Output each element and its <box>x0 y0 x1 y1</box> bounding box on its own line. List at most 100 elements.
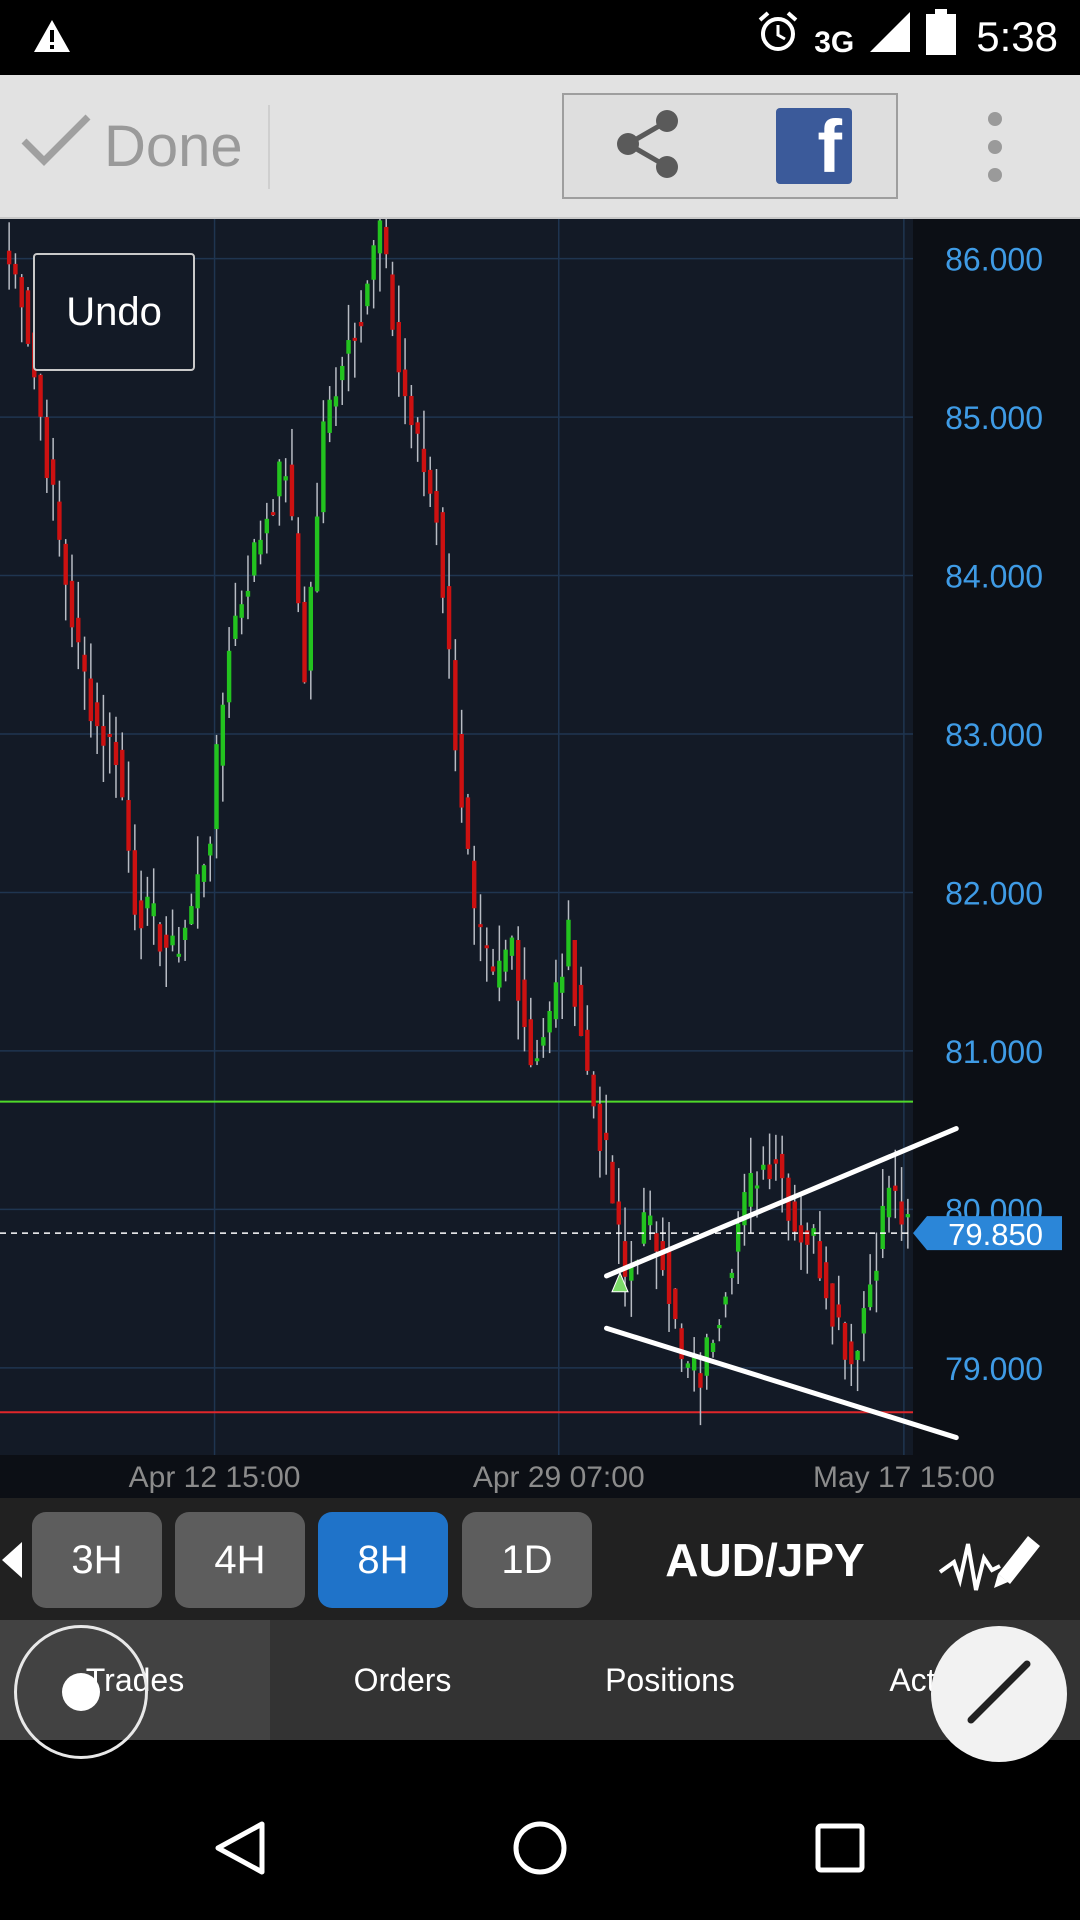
candle-body <box>94 702 100 727</box>
candlestick-chart[interactable]: 86.00085.00084.00083.00082.00081.00080.0… <box>0 219 1080 1498</box>
candle-body <box>905 1214 911 1218</box>
toolbar-divider <box>268 105 270 189</box>
candle-body <box>698 1373 703 1388</box>
candle-body <box>170 935 175 946</box>
candle-body <box>547 1010 552 1033</box>
candle-body <box>107 734 112 737</box>
candle-body <box>327 399 332 433</box>
y-tick-label: 86.000 <box>945 242 1043 278</box>
symbol-label[interactable]: AUD/JPY <box>620 1512 910 1608</box>
y-tick-label: 85.000 <box>945 400 1043 436</box>
candle-body <box>610 1161 615 1204</box>
candle-body <box>472 860 477 909</box>
y-tick-label: 83.000 <box>945 717 1043 753</box>
timeframe-bar: 3H 4H 8H 1D AUD/JPY <box>0 1498 1080 1620</box>
candle-body <box>409 395 414 426</box>
candle-body <box>566 919 571 967</box>
candle-body <box>264 518 270 534</box>
tab-orders[interactable]: Orders <box>270 1620 535 1740</box>
candle-body <box>490 966 496 972</box>
candle-body <box>358 322 364 327</box>
tab-positions[interactable]: Positions <box>535 1620 805 1740</box>
candle-body <box>578 984 584 1037</box>
candle-body <box>76 617 81 643</box>
candle-body <box>497 960 502 988</box>
candle-body <box>767 1164 772 1180</box>
nav-home-button[interactable] <box>480 1776 600 1920</box>
facebook-button[interactable]: f <box>732 95 896 197</box>
candle-body <box>377 220 383 254</box>
candle-body <box>57 501 62 540</box>
timeframe-3h[interactable]: 3H <box>32 1512 162 1608</box>
candle-body <box>365 283 370 307</box>
timeframe-1d[interactable]: 1D <box>462 1512 592 1608</box>
bottom-tabs: Trades Orders Positions Activity <box>0 1620 1080 1740</box>
alarm-icon <box>756 10 800 64</box>
candle-body <box>6 250 12 265</box>
candle-body <box>861 1308 867 1334</box>
scroll-left-icon[interactable] <box>0 1540 24 1585</box>
candle-body <box>553 982 559 1020</box>
drawing-tool-icon[interactable] <box>936 1522 1044 1603</box>
candle-body <box>440 512 445 598</box>
candle-body <box>208 843 213 856</box>
candle-body <box>761 1164 766 1170</box>
candle-body <box>434 491 439 523</box>
candle-body <box>239 604 244 618</box>
candle-body <box>44 417 50 479</box>
candle-body <box>893 1185 898 1191</box>
candle-body <box>874 1270 879 1281</box>
timeframe-8h[interactable]: 8H <box>318 1512 448 1608</box>
candle-body <box>283 476 288 481</box>
x-tick-label: Apr 29 07:00 <box>473 1461 645 1494</box>
draw-line-button[interactable] <box>931 1626 1067 1762</box>
candle-body <box>195 874 200 909</box>
candle-body <box>289 464 295 517</box>
x-tick-label: Apr 12 15:00 <box>129 1461 301 1494</box>
candle-body <box>666 1249 672 1304</box>
price-chart[interactable]: 86.000 85.000 84.000 83.000 82.000 81.000 80.0… <box>0 219 1080 1498</box>
candle-body <box>120 749 125 798</box>
candle-body <box>723 1296 728 1305</box>
system-nav-bar <box>0 1776 1080 1920</box>
check-icon <box>20 111 92 181</box>
candle-body <box>817 1241 823 1279</box>
candle-body <box>176 953 182 957</box>
candle-body <box>82 654 87 672</box>
candle-body <box>201 865 207 882</box>
candle-body <box>478 924 483 928</box>
candle-body <box>371 245 376 280</box>
candle-body <box>164 934 169 948</box>
candle-body <box>428 469 433 494</box>
candle-body <box>522 979 527 1028</box>
undo-button[interactable]: Undo <box>33 253 195 371</box>
timeframe-4h[interactable]: 4H <box>175 1512 305 1608</box>
candle-body <box>50 459 56 485</box>
done-button[interactable]: Done <box>20 111 243 181</box>
top-toolbar: Done f <box>0 75 1080 221</box>
candle-body <box>333 396 339 407</box>
candle-body <box>459 734 464 808</box>
nav-recents-button[interactable] <box>780 1776 900 1920</box>
candle-body <box>465 797 471 849</box>
candle-body <box>258 539 263 555</box>
candle-body <box>346 340 351 354</box>
recents-square-icon <box>815 1823 865 1873</box>
current-price-label: 79.850 <box>948 1217 1043 1252</box>
candle-body <box>855 1350 860 1360</box>
crosshair-toggle-button[interactable] <box>14 1625 148 1759</box>
candle-body <box>220 704 226 766</box>
candle-body <box>151 903 156 917</box>
candle-body <box>867 1284 873 1308</box>
more-vert-icon <box>988 112 1002 126</box>
battery-icon <box>926 9 957 65</box>
network-type: 3G <box>814 26 855 59</box>
share-button[interactable] <box>564 95 732 197</box>
nav-back-button[interactable] <box>180 1776 300 1920</box>
candle-body <box>132 850 138 915</box>
candle-body <box>421 448 427 473</box>
candle-body <box>710 1342 716 1352</box>
candle-body <box>157 924 163 952</box>
more-options-button[interactable] <box>975 105 1015 189</box>
candle-body <box>748 1173 753 1207</box>
